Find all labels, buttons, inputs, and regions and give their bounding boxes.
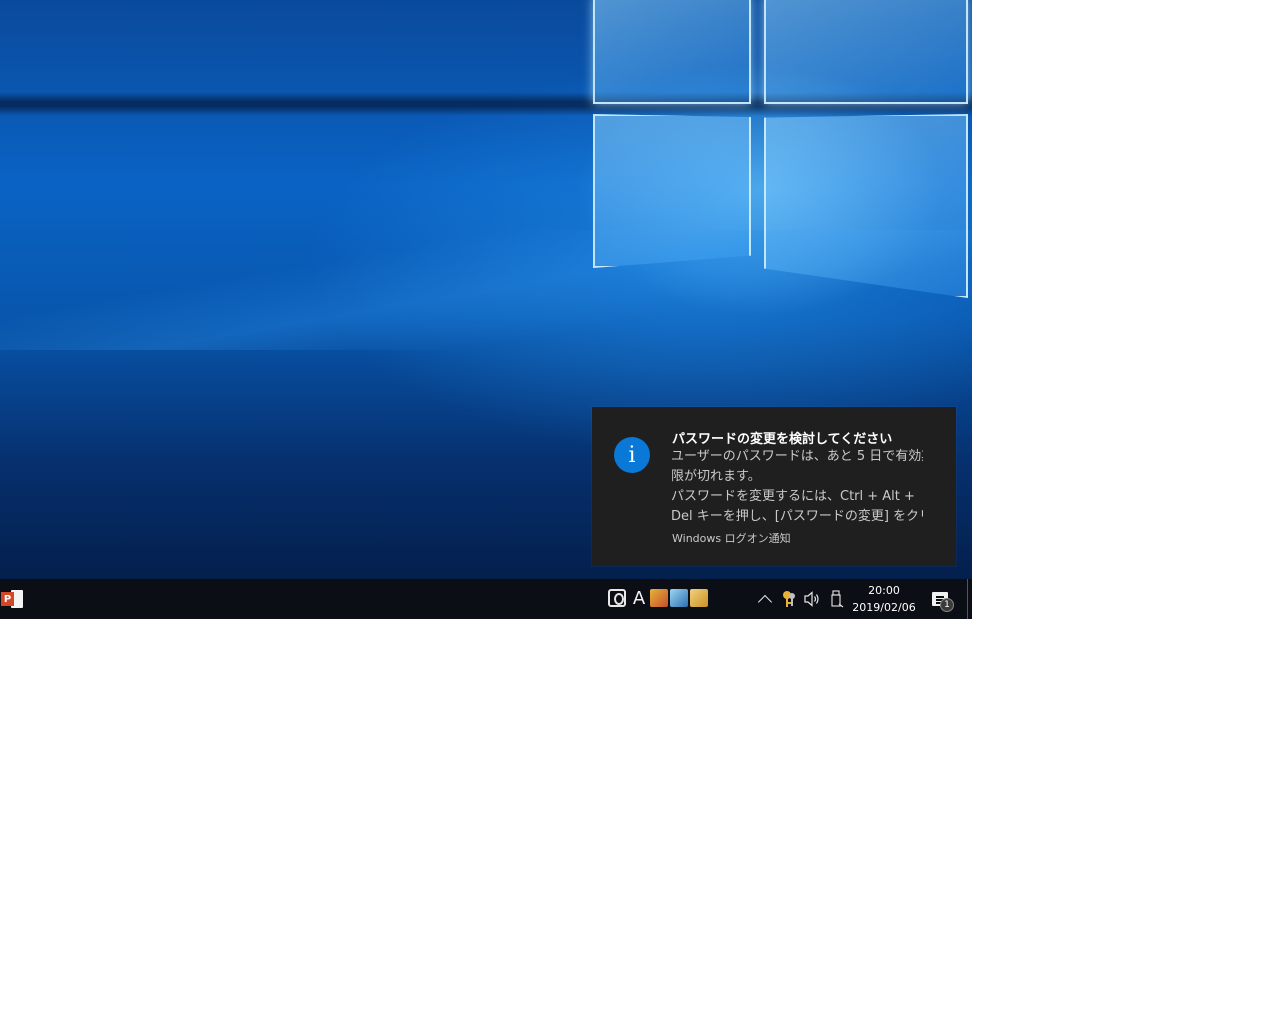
toast-body-line: ユーザーのパスワードは、あと 5 日で有効期 <box>671 449 923 464</box>
wallpaper-window-pane <box>764 0 968 104</box>
toast-body-line: パスワードを変更するには、Ctrl + Alt + <box>671 489 915 504</box>
usb-icon-graphic <box>831 590 844 608</box>
powerpoint-taskbar-button[interactable]: P <box>0 579 24 619</box>
info-icon: i <box>614 437 650 473</box>
show-hidden-icons-button[interactable] <box>756 579 774 619</box>
ime-mode-icon[interactable]: A <box>630 588 648 610</box>
toast-title: パスワードの変更を検討してください <box>672 432 893 447</box>
wallpaper-window-pane <box>593 114 751 268</box>
toast-body-line: Del キーを押し、[パスワードの変更] をクリッ <box>671 509 923 524</box>
screen: i パスワードの変更を検討してください ユーザーのパスワードは、あと 5 日で有… <box>0 0 972 619</box>
password-expiry-toast[interactable]: i パスワードの変更を検討してください ユーザーのパスワードは、あと 5 日で有… <box>592 407 956 566</box>
info-icon-glyph: i <box>628 442 636 468</box>
toast-body: ユーザーのパスワードは、あと 5 日で有効期 限が切れます。 パスワードを変更す… <box>671 447 923 527</box>
show-desktop-button[interactable] <box>967 579 968 619</box>
volume-icon[interactable] <box>803 579 823 619</box>
clock-time: 20:00 <box>868 584 900 597</box>
chevron-up-icon <box>757 594 773 610</box>
tray-app-icon[interactable] <box>690 589 708 607</box>
notification-count-badge: 1 <box>940 598 954 612</box>
volume-icon-graphic <box>804 591 819 607</box>
action-center-button[interactable]: 1 <box>926 579 954 619</box>
usb-icon[interactable] <box>828 579 846 619</box>
wallpaper-window-pane <box>764 114 968 298</box>
tray-app-icon[interactable] <box>650 589 668 607</box>
wallpaper-window-pane <box>593 0 751 104</box>
toast-source: Windows ログオン通知 <box>672 532 791 545</box>
toast-body-line: 限が切れます。 <box>671 469 761 484</box>
key-icon[interactable] <box>780 579 798 619</box>
key-icon-graphic <box>783 591 795 607</box>
clock-date: 2019/02/06 <box>852 601 916 614</box>
tray-app-icon[interactable] <box>608 589 626 607</box>
powerpoint-icon: P <box>1 589 23 609</box>
tray-app-icon[interactable] <box>670 589 688 607</box>
powerpoint-icon-badge: P <box>1 592 14 606</box>
desktop-wallpaper[interactable]: i パスワードの変更を検討してください ユーザーのパスワードは、あと 5 日で有… <box>0 0 972 579</box>
taskbar: P A 20:00 2019/02/06 1 <box>0 579 972 619</box>
taskbar-clock[interactable]: 20:00 2019/02/06 <box>850 579 918 619</box>
